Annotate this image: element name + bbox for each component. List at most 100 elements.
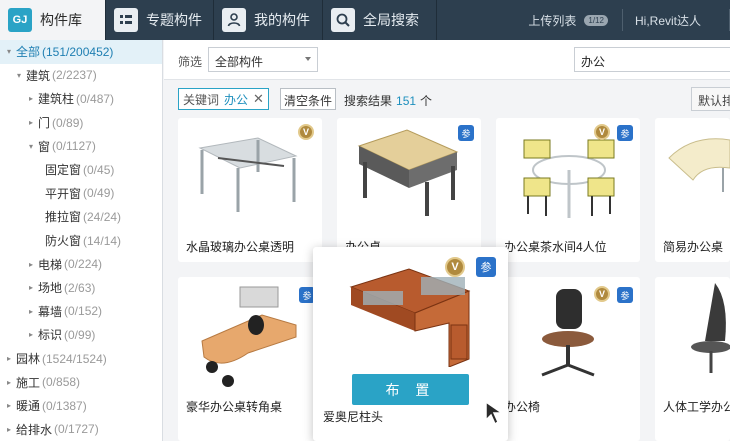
chevron-right-icon[interactable]: ▸ bbox=[4, 425, 14, 434]
select-value: 全部构件 bbox=[215, 55, 264, 69]
user-menu[interactable]: Hi,Revit达人 bbox=[635, 12, 701, 29]
tab-label: 构件库 bbox=[40, 12, 82, 28]
result-count: 151 bbox=[396, 94, 417, 108]
tree-item-label: 建筑柱 bbox=[38, 92, 75, 107]
component-card[interactable]: V 参 办公桌茶水间4人位 bbox=[496, 118, 640, 262]
tree-item-label: 电梯 bbox=[38, 257, 63, 272]
filter-label: 筛选 bbox=[178, 55, 203, 69]
chevron-down-icon bbox=[305, 57, 311, 61]
chevron-down-icon[interactable]: ▾ bbox=[4, 47, 14, 56]
tree-item[interactable]: 固定窗 (0/45) bbox=[0, 158, 162, 182]
tree-item-label: 给排水 bbox=[16, 422, 53, 437]
chevron-down-icon[interactable]: ▾ bbox=[14, 71, 24, 80]
tree-item[interactable]: ▸ 施工 (0/858) bbox=[0, 370, 162, 394]
tree-item[interactable]: ▸ 园林 (1524/1524) bbox=[0, 347, 162, 371]
tree-item[interactable]: ▾ 窗 (0/1127) bbox=[0, 134, 162, 158]
tree-item-label: 标识 bbox=[38, 328, 63, 343]
tree-item[interactable]: ▸ 门 (0/89) bbox=[0, 111, 162, 135]
tree-item[interactable]: ▸ 给排水 (0/1727) bbox=[0, 418, 162, 441]
chevron-right-icon[interactable]: ▸ bbox=[26, 283, 36, 292]
tree-item-count: (24/24) bbox=[83, 209, 122, 224]
tab-label: 我的构件 bbox=[254, 12, 310, 28]
office-chair-thumbnail bbox=[541, 289, 595, 377]
tree-item-label: 暖通 bbox=[16, 399, 41, 414]
tree-item[interactable]: 平开窗 (0/49) bbox=[0, 182, 162, 206]
filter-bar: 筛选 全部构件 办公 bbox=[164, 40, 730, 80]
reference-badge-icon: 参 bbox=[617, 287, 633, 303]
component-card[interactable]: V 参 办公椅 bbox=[496, 277, 640, 441]
results-bar: 关键词 办公 ✕ 清空条件 搜索结果 151 个 默认排 bbox=[164, 80, 730, 116]
tree-item-count: (0/152) bbox=[64, 304, 103, 319]
tree-item-count: (0/1387) bbox=[42, 398, 87, 413]
component-preview-popup[interactable]: V 参 布 置 爱奥尼柱头 bbox=[313, 247, 508, 441]
card-title: 办公椅 bbox=[504, 400, 541, 414]
component-card[interactable]: 简易办公桌 bbox=[655, 118, 730, 262]
tree-item[interactable]: ▸ 幕墙 (0/152) bbox=[0, 300, 162, 324]
tree-item[interactable]: ▾ 建筑 (2/2237) bbox=[0, 64, 162, 88]
tree-item[interactable]: ▸ 场地 (2/63) bbox=[0, 276, 162, 300]
clear-filters-button[interactable]: 清空条件 bbox=[280, 88, 337, 110]
component-card[interactable]: 参 办公桌 bbox=[337, 118, 481, 262]
card-title: 办公桌茶水间4人位 bbox=[504, 240, 607, 254]
keyword-value: 办公 bbox=[224, 92, 249, 107]
chevron-right-icon[interactable]: ▸ bbox=[26, 330, 36, 339]
tree-item-count: (2/2237) bbox=[52, 68, 97, 83]
result-summary: 搜索结果 151 个 bbox=[344, 92, 432, 109]
tree-item[interactable]: ▾ 全部 (151/200452) bbox=[0, 40, 162, 64]
tree-item[interactable]: 防火窗 (14/14) bbox=[0, 229, 162, 253]
tree-item-count: (0/858) bbox=[42, 375, 81, 390]
divider bbox=[621, 9, 623, 31]
upload-count-badge: 1/12 bbox=[584, 14, 608, 26]
chevron-right-icon[interactable]: ▸ bbox=[4, 378, 14, 387]
gj-logo-icon: GJ bbox=[8, 8, 32, 32]
chevron-right-icon[interactable]: ▸ bbox=[4, 354, 14, 363]
chevron-right-icon[interactable]: ▸ bbox=[26, 94, 36, 103]
grid-list-icon bbox=[114, 8, 138, 32]
tree-item-count: (0/1727) bbox=[54, 422, 99, 437]
close-icon[interactable]: ✕ bbox=[253, 91, 264, 107]
tree-item-label: 场地 bbox=[38, 281, 63, 296]
reference-badge-icon: 参 bbox=[458, 125, 474, 141]
tree-item-label: 门 bbox=[38, 116, 51, 131]
result-label: 搜索结果 bbox=[344, 94, 393, 108]
component-type-select[interactable]: 全部构件 bbox=[208, 47, 318, 72]
card-title: 简易办公桌 bbox=[663, 240, 724, 254]
chevron-down-icon[interactable]: ▾ bbox=[26, 142, 36, 151]
tree-item[interactable]: ▸ 标识 (0/99) bbox=[0, 323, 162, 347]
tree-item-count: (0/89) bbox=[52, 115, 84, 130]
tree-item[interactable]: ▸ 暖通 (0/1387) bbox=[0, 394, 162, 418]
chevron-right-icon[interactable]: ▸ bbox=[26, 307, 36, 316]
component-card[interactable]: 参 豪华办公桌转角桌 bbox=[178, 277, 322, 441]
ergonomic-chair-thumbnail bbox=[691, 283, 730, 373]
tree-item[interactable]: 推拉窗 (24/24) bbox=[0, 205, 162, 229]
component-card[interactable]: V 水晶玻璃办公桌透明 bbox=[178, 118, 322, 262]
tree-item-label: 窗 bbox=[38, 139, 51, 154]
tab-label: 专题构件 bbox=[146, 12, 202, 28]
tree-item-count: (0/224) bbox=[64, 257, 103, 272]
tree-item-label: 推拉窗 bbox=[45, 210, 82, 225]
tree-item-label: 固定窗 bbox=[45, 163, 82, 178]
tree-item-label: 平开窗 bbox=[45, 186, 82, 201]
search-input[interactable]: 办公 bbox=[574, 47, 730, 72]
tree-item-label: 幕墙 bbox=[38, 304, 63, 319]
tab-global-search[interactable]: 全局搜索 bbox=[323, 0, 437, 40]
keyword-label: 关键词 bbox=[183, 92, 220, 107]
tree-item-count: (0/49) bbox=[83, 186, 115, 201]
component-card[interactable]: 人体工学办公 bbox=[655, 277, 730, 441]
top-bar: GJ 构件库 专题构件 我的构件 全局搜索 上传列表 1/12 Hi,Revit… bbox=[0, 0, 730, 40]
tab-topic-components[interactable]: 专题构件 bbox=[106, 0, 214, 40]
meeting-table-thumbnail bbox=[523, 139, 615, 218]
place-button[interactable]: 布 置 bbox=[352, 374, 469, 405]
upload-list-link[interactable]: 上传列表 bbox=[528, 12, 576, 29]
tab-label: 全局搜索 bbox=[363, 12, 419, 28]
card-title: 人体工学办公 bbox=[663, 400, 730, 414]
tab-my-components[interactable]: 我的构件 bbox=[214, 0, 323, 40]
chevron-right-icon[interactable]: ▸ bbox=[4, 401, 14, 410]
chevron-right-icon[interactable]: ▸ bbox=[26, 118, 36, 127]
tree-item[interactable]: ▸ 建筑柱 (0/487) bbox=[0, 87, 162, 111]
tree-item[interactable]: ▸ 电梯 (0/224) bbox=[0, 252, 162, 276]
tab-component-library[interactable]: GJ 构件库 bbox=[0, 0, 106, 40]
sort-button[interactable]: 默认排 bbox=[691, 87, 730, 111]
chevron-right-icon[interactable]: ▸ bbox=[26, 260, 36, 269]
tree-item-count: (0/487) bbox=[76, 91, 115, 106]
